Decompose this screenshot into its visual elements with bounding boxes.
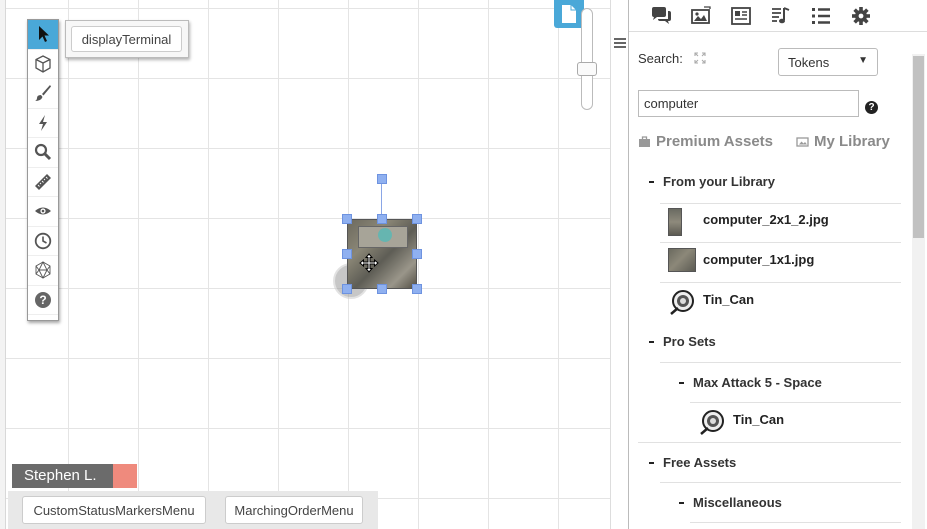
map-canvas[interactable]: ? displayTerminal Stephen L. CustomStatu… xyxy=(0,0,628,529)
lightning-icon[interactable] xyxy=(28,109,58,138)
zoom-slider-track[interactable] xyxy=(581,8,593,110)
tree-folder-free-assets-label: Free Assets xyxy=(663,455,737,470)
rotate-handle[interactable] xyxy=(377,174,387,184)
divider xyxy=(660,203,901,204)
tab-premium-assets-label: Premium Assets xyxy=(656,133,773,150)
tab-my-library[interactable]: My Library xyxy=(796,133,890,150)
select-arrow-icon[interactable] xyxy=(28,20,58,50)
tab-premium-assets[interactable]: Premium Assets xyxy=(638,133,773,150)
resize-handle-e[interactable] xyxy=(412,249,422,259)
art-library-icon[interactable] xyxy=(681,2,721,30)
macro-button-status-markers[interactable]: CustomStatusMarkersMenu xyxy=(22,496,206,524)
briefcase-icon xyxy=(639,136,650,147)
zoom-slider-handle[interactable] xyxy=(577,62,597,76)
dice-icon[interactable] xyxy=(28,256,58,286)
clock-icon[interactable] xyxy=(28,227,58,256)
right-sidebar: Search: Tokens ▼ ? Premium Assets My Lib… xyxy=(628,0,927,529)
asset-source-tabs: Premium Assets My Library xyxy=(638,132,908,152)
settings-icon[interactable] xyxy=(841,2,881,30)
asset-type-value: Tokens xyxy=(788,55,830,70)
macro-bar-bottom: CustomStatusMarkersMenu MarchingOrderMen… xyxy=(8,491,378,529)
resize-handle-nw[interactable] xyxy=(342,214,352,224)
divider xyxy=(690,522,901,523)
tree-folder-max-attack-label: Max Attack 5 - Space xyxy=(693,375,822,390)
image-library-icon xyxy=(796,137,809,147)
divider xyxy=(660,242,901,243)
macro-bar-top: displayTerminal xyxy=(65,20,189,58)
macro-button-display-terminal[interactable]: displayTerminal xyxy=(71,26,182,52)
move-cursor-icon xyxy=(359,253,379,273)
divider xyxy=(660,282,901,283)
divider xyxy=(638,442,901,443)
player-color-swatch[interactable] xyxy=(113,464,137,488)
page-toolbar-icon[interactable] xyxy=(554,0,584,28)
sidebar-scrollbar-thumb[interactable] xyxy=(913,56,924,238)
macro-button-marching-order[interactable]: MarchingOrderMenu xyxy=(225,496,363,524)
sidebar-tabs xyxy=(629,0,927,32)
divider xyxy=(690,402,901,403)
asset-name: computer_2x1_2.jpg xyxy=(703,212,829,227)
ruler-icon[interactable] xyxy=(28,168,58,197)
help-icon[interactable]: ? xyxy=(865,101,878,114)
tree-folder-pro-sets-label: Pro Sets xyxy=(663,334,716,349)
resize-handle-sw[interactable] xyxy=(342,284,352,294)
journal-icon[interactable] xyxy=(721,2,761,30)
brush-icon[interactable] xyxy=(28,79,58,109)
tin-can-token-icon xyxy=(700,410,724,435)
tin-can-token-icon xyxy=(670,290,694,315)
cube-icon[interactable] xyxy=(28,50,58,79)
resize-handle-s[interactable] xyxy=(377,284,387,294)
tree-folder-library-label: From your Library xyxy=(663,174,775,189)
asset-name: Tin_Can xyxy=(733,412,785,427)
expand-icon[interactable] xyxy=(694,52,706,64)
player-name: Stephen L. xyxy=(12,464,113,488)
collections-icon[interactable] xyxy=(801,2,841,30)
chevron-down-icon: ▼ xyxy=(858,55,868,66)
asset-thumbnail xyxy=(668,248,696,272)
jukebox-icon[interactable] xyxy=(761,2,801,30)
sidebar-toggle-icon[interactable] xyxy=(614,38,626,52)
zoom-icon[interactable] xyxy=(28,138,58,168)
computer-token-image[interactable] xyxy=(347,219,417,289)
asset-thumbnail xyxy=(668,208,682,236)
canvas-left-edge xyxy=(0,0,6,529)
canvas-scroll-edge xyxy=(610,0,628,529)
tree-folder-miscellaneous-label: Miscellaneous xyxy=(693,495,782,510)
chat-icon[interactable] xyxy=(641,2,681,30)
divider xyxy=(660,362,901,363)
svg-text:?: ? xyxy=(39,293,46,307)
resize-handle-w[interactable] xyxy=(342,249,352,259)
asset-search-input[interactable] xyxy=(638,90,859,117)
tab-my-library-label: My Library xyxy=(814,133,890,150)
divider xyxy=(660,482,901,483)
search-row: Search: Tokens ▼ xyxy=(638,48,908,78)
resize-handle-n[interactable] xyxy=(377,214,387,224)
player-name-tag[interactable]: Stephen L. xyxy=(12,464,137,488)
resize-handle-se[interactable] xyxy=(412,284,422,294)
selected-token[interactable] xyxy=(333,172,433,302)
search-label: Search: xyxy=(638,51,683,66)
help-icon[interactable]: ? xyxy=(28,286,58,315)
eye-icon[interactable] xyxy=(28,197,58,227)
tool-palette: ? xyxy=(27,19,59,321)
asset-type-select[interactable]: Tokens ▼ xyxy=(778,48,878,76)
asset-name: computer_1x1.jpg xyxy=(703,252,815,267)
asset-name: Tin_Can xyxy=(703,292,755,307)
resize-handle-ne[interactable] xyxy=(412,214,422,224)
